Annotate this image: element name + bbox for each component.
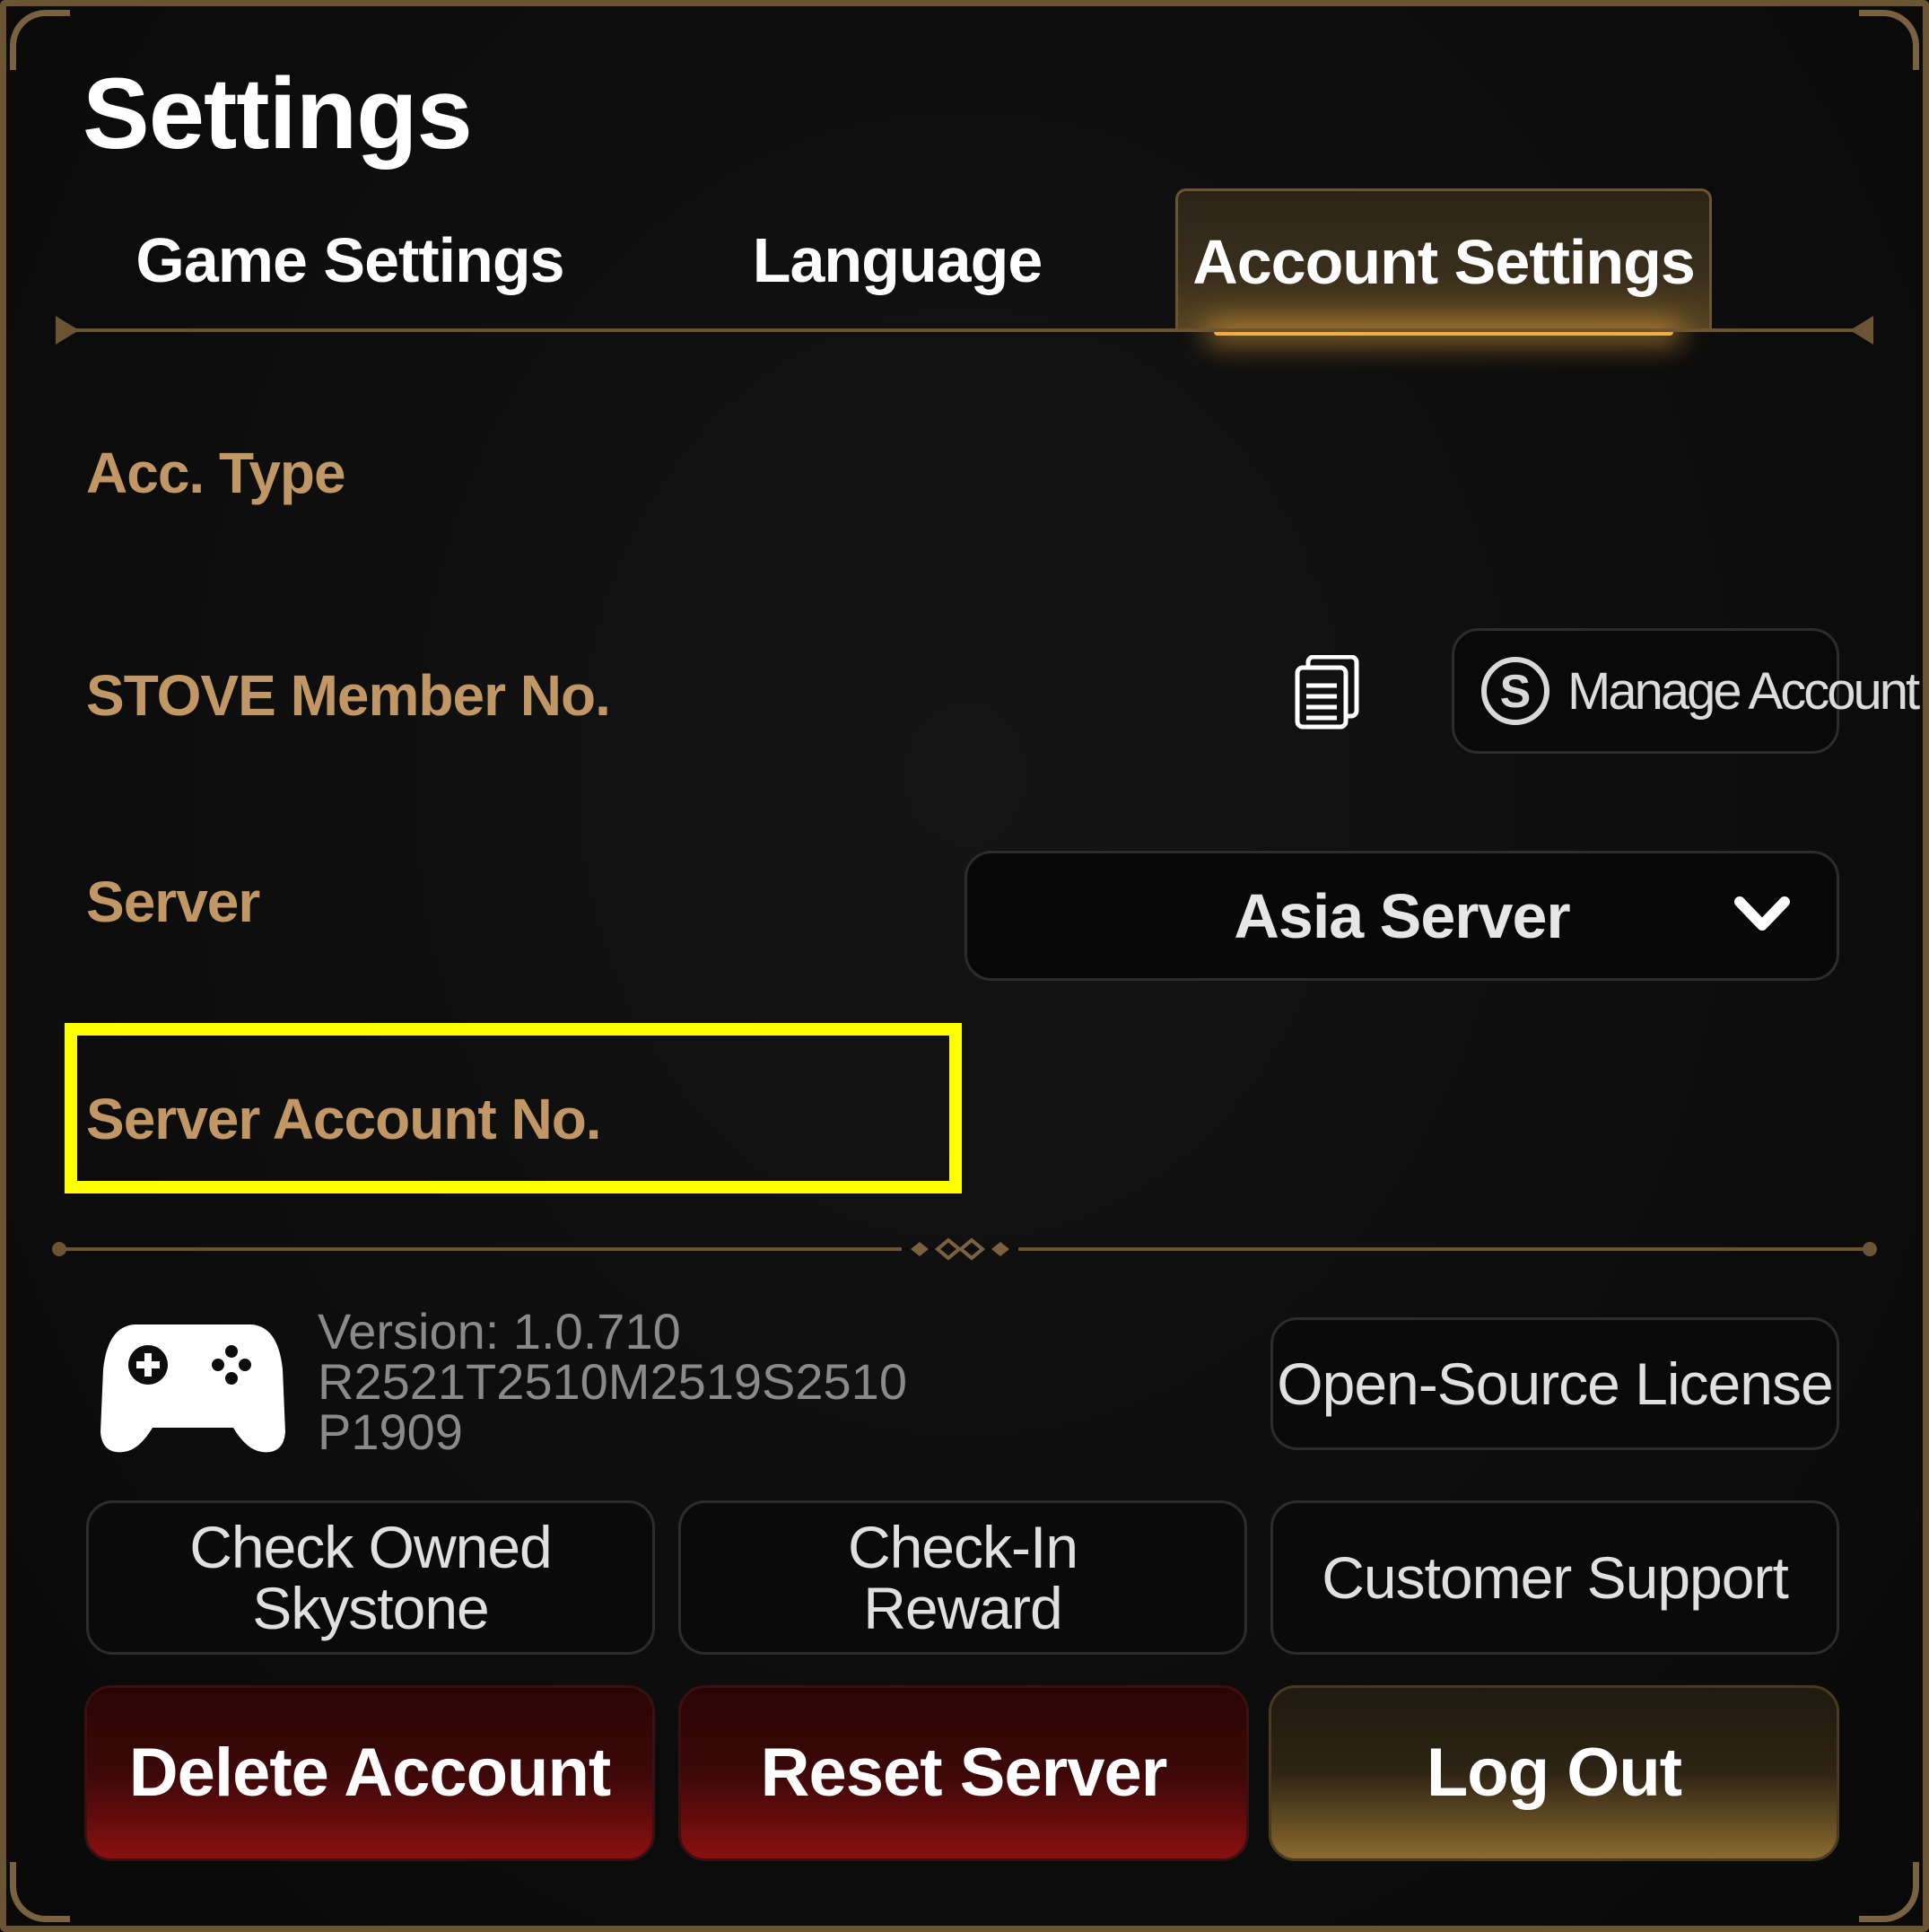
svg-text:S: S bbox=[1500, 666, 1532, 718]
check-in-reward-button[interactable]: Check-In Reward bbox=[678, 1500, 1247, 1655]
stove-member-label: STOVE Member No. bbox=[86, 663, 611, 728]
highlight-box bbox=[65, 1023, 962, 1193]
manage-account-button[interactable]: S Manage Account bbox=[1452, 628, 1920, 754]
divider-dot bbox=[1863, 1242, 1877, 1256]
manage-account-label: Manage Account bbox=[1567, 661, 1920, 721]
check-owned-skystone-button[interactable]: Check Owned Skystone bbox=[86, 1500, 655, 1655]
tab-game-settings[interactable]: Game Settings bbox=[126, 188, 574, 332]
gamepad-icon bbox=[100, 1324, 285, 1453]
button-label-line: Check-In bbox=[847, 1514, 1078, 1580]
frame-corner-ornament bbox=[10, 1862, 70, 1922]
button-label-line: Check Owned bbox=[189, 1514, 553, 1580]
copy-icon[interactable] bbox=[1294, 655, 1360, 730]
server-dropdown[interactable]: Asia Server bbox=[964, 851, 1839, 981]
server-dropdown-value: Asia Server bbox=[1234, 880, 1570, 951]
version-line: Version: 1.0.710 bbox=[318, 1303, 681, 1359]
build-line: R2521T2510M2519S2510 bbox=[318, 1353, 907, 1410]
button-label-line: Reward bbox=[863, 1575, 1062, 1641]
log-out-button[interactable]: Log Out bbox=[1269, 1685, 1839, 1861]
divider-ornament-icon bbox=[902, 1237, 1018, 1261]
patch-line: P1909 bbox=[318, 1403, 463, 1460]
chevron-down-icon bbox=[1734, 896, 1790, 931]
delete-account-button[interactable]: Delete Account bbox=[84, 1685, 655, 1861]
stove-s-icon: S bbox=[1481, 657, 1549, 725]
button-label-line: Skystone bbox=[252, 1575, 489, 1641]
open-source-license-button[interactable]: Open-Source License bbox=[1270, 1317, 1839, 1450]
frame-corner-ornament bbox=[1859, 10, 1919, 70]
tab-underline bbox=[56, 316, 1873, 345]
reset-server-button[interactable]: Reset Server bbox=[678, 1685, 1249, 1861]
tab-account-settings[interactable]: Account Settings bbox=[1175, 188, 1712, 336]
frame-corner-ornament bbox=[1859, 1862, 1919, 1922]
frame-corner-ornament bbox=[10, 10, 70, 70]
tab-language[interactable]: Language bbox=[709, 188, 1086, 332]
divider-dot bbox=[52, 1242, 66, 1256]
acc-type-label: Acc. Type bbox=[86, 441, 346, 505]
version-info: Version: 1.0.710 R2521T2510M2519S2510 P1… bbox=[318, 1307, 907, 1457]
page-title: Settings bbox=[83, 57, 473, 170]
server-label: Server bbox=[86, 870, 260, 934]
customer-support-button[interactable]: Customer Support bbox=[1270, 1500, 1839, 1655]
